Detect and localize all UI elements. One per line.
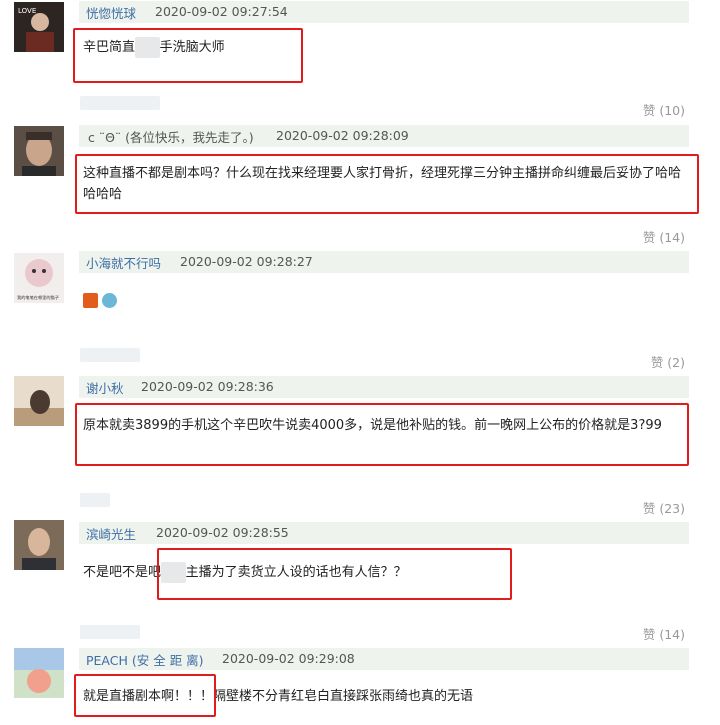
like-count[interactable]: 赞 (10) bbox=[643, 100, 685, 119]
avatar-image: 我的笔笔在哪里的猫子 bbox=[14, 253, 64, 303]
comment-meta: c ¨Θ¨ (各位快乐，我先走了。) 2020-09-02 09:28:09 bbox=[79, 125, 689, 147]
highlight-box bbox=[75, 154, 699, 214]
comment-6: PEACH (安 全 距 离) 2020-09-02 09:29:08 就是直播… bbox=[0, 644, 720, 725]
username[interactable]: 滨崎光生 bbox=[86, 524, 136, 543]
avatar-image bbox=[14, 648, 64, 698]
avatar[interactable] bbox=[14, 376, 64, 426]
reply-preview-blurred bbox=[80, 96, 160, 110]
avatar[interactable] bbox=[14, 126, 64, 176]
highlight-box bbox=[73, 28, 303, 83]
avatar[interactable] bbox=[14, 520, 64, 570]
highlight-box bbox=[157, 548, 512, 600]
avatar-image bbox=[14, 376, 64, 426]
username[interactable]: 恍惚恍球 bbox=[86, 3, 136, 22]
avatar-image: LOVE bbox=[14, 2, 64, 52]
avatar[interactable] bbox=[14, 648, 64, 698]
comment-4: 谢小秋 2020-09-02 09:28:36 原本就卖3899的手机这个辛巴吹… bbox=[0, 372, 720, 516]
avatar[interactable]: LOVE bbox=[14, 2, 64, 52]
username[interactable]: c ¨Θ¨ (各位快乐，我先走了。) bbox=[88, 127, 254, 146]
comment-emoji bbox=[83, 290, 121, 311]
username[interactable]: 小海就不行吗 bbox=[86, 253, 161, 272]
timestamp: 2020-09-02 09:28:55 bbox=[156, 525, 289, 540]
fish-icon bbox=[102, 293, 117, 308]
avatar-image bbox=[14, 126, 64, 176]
reply-preview-blurred bbox=[80, 348, 140, 362]
comment-meta: 谢小秋 2020-09-02 09:28:36 bbox=[79, 376, 689, 398]
comment-2: c ¨Θ¨ (各位快乐，我先走了。) 2020-09-02 09:28:09 这… bbox=[0, 120, 720, 250]
timestamp: 2020-09-02 09:28:36 bbox=[141, 379, 274, 394]
username[interactable]: PEACH (安 全 距 离) bbox=[86, 650, 204, 669]
comment-3: 我的笔笔在哪里的猫子 小海就不行吗 2020-09-02 09:28:27 赞 … bbox=[0, 250, 720, 372]
timestamp: 2020-09-02 09:28:27 bbox=[180, 254, 313, 269]
comment-5: 滨崎光生 2020-09-02 09:28:55 不是吧不是吧■■主播为了卖货立… bbox=[0, 514, 720, 644]
like-count[interactable]: 赞 (14) bbox=[643, 624, 685, 643]
comment-meta: 滨崎光生 2020-09-02 09:28:55 bbox=[79, 522, 689, 544]
highlight-box bbox=[75, 403, 689, 466]
like-count[interactable]: 赞 (14) bbox=[643, 227, 685, 246]
comment-meta: PEACH (安 全 距 离) 2020-09-02 09:29:08 bbox=[79, 648, 689, 670]
like-count[interactable]: 赞 (2) bbox=[651, 352, 685, 371]
comment-meta: 小海就不行吗 2020-09-02 09:28:27 bbox=[79, 251, 689, 273]
username[interactable]: 谢小秋 bbox=[86, 378, 124, 397]
reply-preview-blurred bbox=[80, 625, 140, 639]
reply-preview-blurred bbox=[80, 493, 110, 507]
comment-meta: 恍惚恍球 2020-09-02 09:27:54 bbox=[79, 1, 689, 23]
avatar-caption: 我的笔笔在哪里的猫子 bbox=[17, 294, 59, 301]
svg-text:LOVE: LOVE bbox=[18, 7, 36, 15]
timestamp: 2020-09-02 09:27:54 bbox=[155, 4, 288, 19]
timestamp: 2020-09-02 09:28:09 bbox=[276, 128, 409, 143]
timestamp: 2020-09-02 09:29:08 bbox=[222, 651, 355, 666]
highlight-box bbox=[74, 674, 216, 717]
sticker-icon bbox=[83, 293, 98, 308]
avatar[interactable]: 我的笔笔在哪里的猫子 bbox=[14, 253, 64, 303]
avatar-image bbox=[14, 520, 64, 570]
comment-1: LOVE 恍惚恍球 2020-09-02 09:27:54 辛巴简直■■手洗脑大… bbox=[0, 0, 720, 120]
